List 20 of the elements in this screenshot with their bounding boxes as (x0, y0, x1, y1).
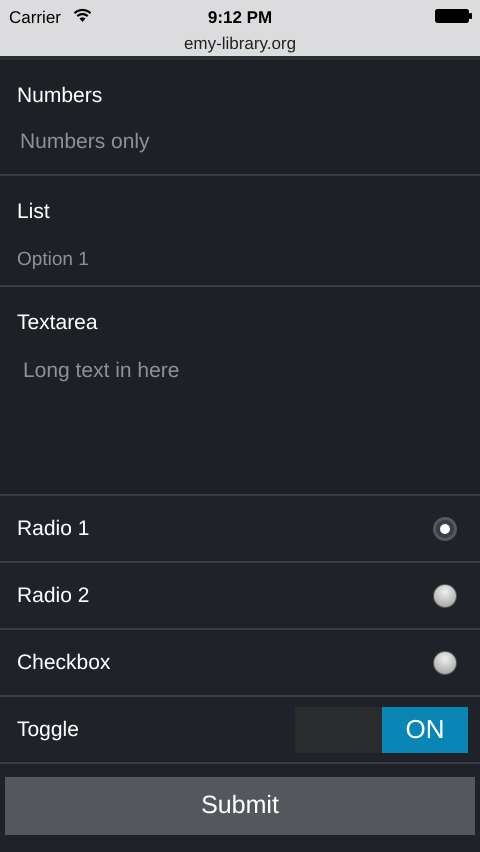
field-label: Numbers (17, 83, 104, 109)
field-label: List (17, 199, 51, 225)
carrier-name: Carrier (9, 7, 61, 29)
input-field[interactable]: Numbers only (17, 124, 463, 160)
checkbox[interactable] (433, 650, 457, 674)
page-url: emy-library.org (184, 33, 296, 55)
radio-button[interactable] (433, 516, 457, 540)
toggle-switch[interactable]: ON (295, 706, 468, 752)
radio-button[interactable] (433, 584, 457, 608)
option-label: Radio 2 (17, 582, 90, 609)
clock-time: 9:12 PM (208, 7, 272, 29)
wifi-icon (73, 8, 92, 22)
textarea-field[interactable]: Long text in here (17, 350, 463, 470)
option-label: Checkbox (17, 650, 110, 676)
field-label: Textarea (17, 310, 99, 336)
submit-button[interactable]: Submit (5, 777, 475, 835)
battery-icon (435, 9, 472, 23)
option-label: Radio 1 (17, 516, 90, 542)
option-label: Toggle (17, 716, 79, 743)
select-field[interactable]: Option 1 (17, 246, 463, 274)
